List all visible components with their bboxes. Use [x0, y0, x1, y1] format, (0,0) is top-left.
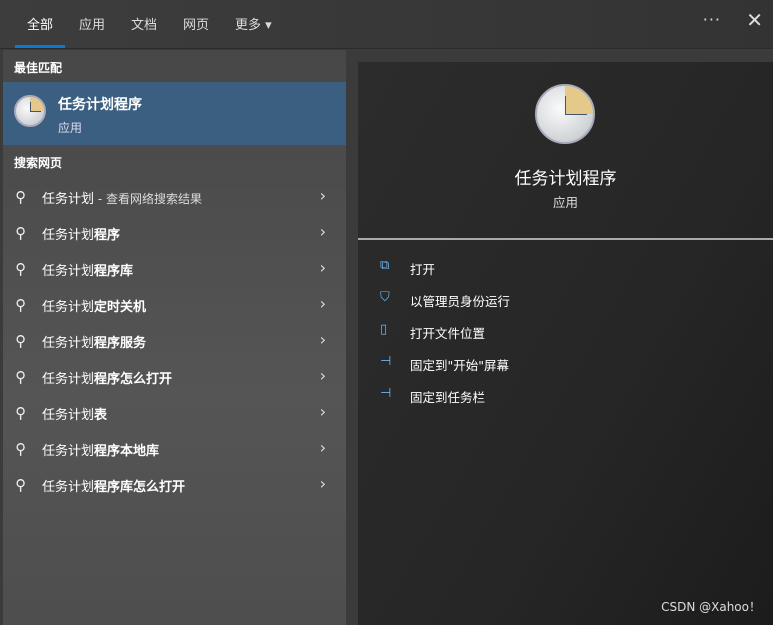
results-panel: 最佳匹配 任务计划程序 应用 搜索网页 ⚲ 任务计划 - 查看网络搜索结果 › ⚲ 任务…	[3, 50, 346, 625]
tab-more[interactable]: 更多 ▾	[235, 14, 272, 33]
best-match-subtitle: 应用	[58, 121, 83, 135]
chevron-right-icon[interactable]: ›	[320, 186, 326, 205]
web-search-label: 任务计划程序库	[42, 264, 134, 279]
web-search-label: 任务计划 - 查看网络搜索结果	[42, 192, 202, 207]
action-label: 打开文件位置	[410, 326, 486, 341]
tab-documents[interactable]: 文档	[131, 14, 157, 33]
action-label: 固定到"开始"屏幕	[410, 358, 509, 373]
action-item[interactable]: ▯ 打开文件位置	[380, 320, 680, 344]
close-icon[interactable]: ✕	[746, 8, 763, 32]
web-search-label: 任务计划表	[42, 408, 108, 423]
chevron-right-icon[interactable]: ›	[320, 402, 326, 421]
search-icon: ⚲	[15, 296, 26, 314]
more-options-icon[interactable]: ···	[703, 10, 721, 29]
web-search-item[interactable]: ⚲ 任务计划程序库怎么打开 ›	[3, 467, 346, 503]
pin-icon: ⊣	[380, 386, 392, 401]
open-icon: ⧉	[380, 258, 390, 273]
best-match-item[interactable]: 任务计划程序 应用	[3, 82, 346, 145]
tab-apps[interactable]: 应用	[79, 14, 105, 33]
web-search-item[interactable]: ⚲ 任务计划程序库 ›	[3, 251, 346, 287]
search-icon: ⚲	[15, 224, 26, 242]
web-search-item[interactable]: ⚲ 任务计划程序本地库 ›	[3, 431, 346, 467]
search-filter-bar: 全部 应用 文档 网页 更多 ▾ ··· ✕	[0, 0, 773, 49]
web-search-heading: 搜索网页	[14, 156, 63, 170]
action-item[interactable]: ⛉ 以管理员身份运行	[380, 288, 680, 312]
web-search-item[interactable]: ⚲ 任务计划表 ›	[3, 395, 346, 431]
search-icon: ⚲	[15, 368, 26, 386]
web-search-item[interactable]: ⚲ 任务计划 - 查看网络搜索结果 ›	[3, 179, 346, 215]
folder-icon: ▯	[380, 322, 388, 337]
web-search-item[interactable]: ⚲ 任务计划程序 ›	[3, 215, 346, 251]
chevron-right-icon[interactable]: ›	[320, 330, 326, 349]
search-icon: ⚲	[15, 440, 26, 458]
best-match-heading: 最佳匹配	[14, 61, 63, 75]
action-label: 打开	[410, 262, 436, 277]
web-search-label: 任务计划程序库怎么打开	[42, 480, 186, 495]
web-search-item[interactable]: ⚲ 任务计划程序服务 ›	[3, 323, 346, 359]
task-scheduler-icon	[14, 95, 46, 127]
web-search-label: 任务计划程序服务	[42, 336, 147, 351]
chevron-right-icon[interactable]: ›	[320, 222, 326, 241]
web-search-label: 任务计划程序	[42, 228, 121, 243]
admin-shield-icon: ⛉	[380, 290, 390, 305]
web-search-label: 任务计划定时关机	[42, 300, 147, 315]
chevron-right-icon[interactable]: ›	[320, 438, 326, 457]
action-item[interactable]: ⧉ 打开	[380, 256, 680, 280]
detail-subtitle: 应用	[552, 195, 578, 210]
chevron-right-icon[interactable]: ›	[320, 366, 326, 385]
web-search-item[interactable]: ⚲ 任务计划定时关机 ›	[3, 287, 346, 323]
action-item[interactable]: ⊣ 固定到"开始"屏幕	[380, 352, 680, 376]
search-icon: ⚲	[15, 332, 26, 350]
pin-icon: ⊣	[380, 354, 392, 369]
tab-all[interactable]: 全部	[27, 14, 53, 33]
search-icon: ⚲	[15, 404, 26, 422]
action-item[interactable]: ⊣ 固定到任务栏	[380, 384, 680, 408]
action-label: 以管理员身份运行	[410, 294, 511, 309]
chevron-right-icon[interactable]: ›	[320, 474, 326, 493]
detail-title: 任务计划程序	[514, 169, 617, 189]
task-scheduler-large-icon	[535, 84, 595, 144]
tab-web[interactable]: 网页	[183, 14, 209, 33]
search-icon: ⚲	[15, 476, 26, 494]
web-search-item[interactable]: ⚲ 任务计划程序怎么打开 ›	[3, 359, 346, 395]
watermark: CSDN @Xahoo！	[661, 600, 761, 614]
web-search-label: 任务计划程序本地库	[42, 444, 160, 459]
active-tab-indicator	[15, 45, 65, 48]
search-icon: ⚲	[15, 260, 26, 278]
chevron-right-icon[interactable]: ›	[320, 258, 326, 277]
detail-panel: 任务计划程序 应用 ⧉ 打开 ⛉ 以管理员身份运行 ▯ 打开文件位置 ⊣ 固定到"开始"屏幕 ⊣…	[358, 62, 773, 625]
action-label: 固定到任务栏	[410, 390, 486, 405]
chevron-right-icon[interactable]: ›	[320, 294, 326, 313]
divider	[358, 238, 773, 240]
web-search-label: 任务计划程序怎么打开	[42, 372, 173, 387]
search-icon: ⚲	[15, 188, 26, 206]
best-match-title: 任务计划程序	[58, 97, 142, 113]
